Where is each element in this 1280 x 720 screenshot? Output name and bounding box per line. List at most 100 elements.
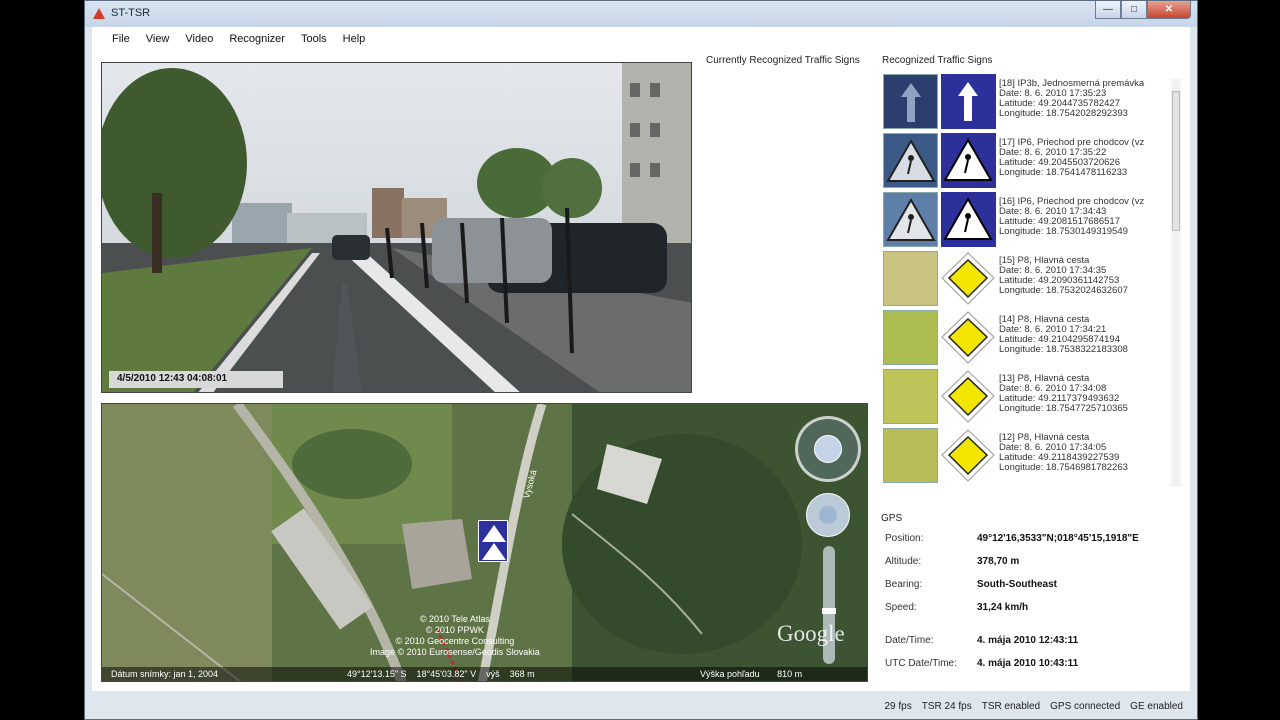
menu-help[interactable]: Help [335,33,374,45]
menu-recognizer[interactable]: Recognizer [221,33,293,45]
recognized-signs-label: Recognized Traffic Signs [882,55,993,66]
status-ge-enabled: GE enabled [1130,700,1183,712]
minimize-icon: — [1103,4,1113,15]
map-sign-marker[interactable] [478,520,508,562]
status-tsr-fps: TSR 24 fps [921,700,972,712]
priority-road-icon [941,370,995,423]
gps-value: 31,24 km/h [977,602,1029,613]
gps-label: Altitude: [885,556,922,567]
priority-road-icon [941,429,995,482]
close-button[interactable]: ✕ [1147,1,1191,19]
pedestrian-crossing-icon [943,137,993,181]
status-bar: 29 fps TSR 24 fps TSR enabled GPS connec… [85,693,1197,719]
look-control[interactable] [795,416,861,482]
sign-template [941,369,996,424]
sign-template [941,192,996,247]
imagery-date: Dátum snímky: jan 1, 2004 [111,669,219,679]
sign-longitude: Longitude: 18.7546981782263 [999,462,1128,473]
gps-altitude-row: Altitude: 378,70 m [885,556,1185,572]
map-copyright: © 2010 Tele Atlas © 2010 PPWK © 2010 Geo… [370,614,540,657]
look-joystick-icon [814,435,842,463]
sign-longitude: Longitude: 18.7541478116233 [999,167,1128,178]
list-item[interactable]: [12] P8, Hlavná cesta Date: 8. 6. 2010 1… [883,428,1171,486]
eye-altitude: Výška pohľadu 810 m [700,669,803,679]
pedestrian-crossing-icon [886,138,936,182]
google-earth-map[interactable]: Vysoká Google © 2010 Tele Atlas © 2010 P… [101,403,868,682]
gps-bearing-row: Bearing: South-Southeast [885,579,1185,595]
gps-utc-row: UTC Date/Time: 4. mája 2010 10:43:11 [885,658,1185,674]
gps-value: 378,70 m [977,556,1020,567]
scroll-thumb[interactable] [1172,91,1180,231]
minimize-button[interactable]: — [1095,1,1121,19]
sign-longitude: Longitude: 18.7530149319549 [999,226,1128,237]
pedestrian-crossing-icon [482,525,506,560]
maximize-icon: □ [1130,4,1138,15]
gps-title: GPS [881,513,903,524]
menu-video[interactable]: Video [177,33,221,45]
signs-scrollbar[interactable] [1171,79,1181,487]
gps-label: UTC Date/Time: [885,658,957,669]
sign-template [941,310,996,365]
gps-position-row: Position: 49°12'16,3533"N;018°45'15,1918… [885,533,1185,549]
gps-value: 4. mája 2010 10:43:11 [977,658,1079,669]
video-timestamp: 4/5/2010 12:43 04:08:01 [109,371,283,388]
google-logo: Google [777,621,845,646]
priority-road-icon [941,252,995,305]
pedestrian-crossing-icon [886,197,936,241]
priority-road-icon [941,311,995,364]
sign-template [941,428,996,483]
status-fps: 29 fps [884,700,912,712]
map-status-bar: Dátum snímky: jan 1, 2004 49°12'13.15" S… [102,667,867,681]
sign-template [941,251,996,306]
gps-datetime-row: Date/Time: 4. mája 2010 12:43:11 [885,635,1185,651]
gps-value: South-Southeast [977,579,1057,590]
sign-longitude: Longitude: 18.7532024632607 [999,285,1128,296]
current-signs-label: Currently Recognized Traffic Signs [706,55,860,66]
menu-view[interactable]: View [138,33,178,45]
client-area: File View Video Recognizer Tools Help 4/… [92,27,1190,691]
gps-label: Date/Time: [885,635,934,646]
road-video-frame [102,63,691,392]
list-item[interactable]: [14] P8, Hlavná cesta Date: 8. 6. 2010 1… [883,310,1171,368]
status-gps-connected: GPS connected [1050,700,1121,712]
move-joystick-icon [819,506,837,524]
sign-photo [883,133,938,188]
menu-bar: File View Video Recognizer Tools Help [92,27,1190,51]
sign-photo [883,310,938,365]
list-item[interactable]: [18] IP3b, Jednosmerná premávka Date: 8.… [883,74,1171,132]
pedestrian-crossing-icon [943,196,993,240]
gps-label: Bearing: [885,579,923,590]
menu-tools[interactable]: Tools [293,33,335,45]
title-bar[interactable]: ST-TSR — □ ✕ [85,1,1197,27]
sign-photo [883,74,938,129]
sign-template [941,133,996,188]
list-item[interactable]: [15] P8, Hlavná cesta Date: 8. 6. 2010 1… [883,251,1171,309]
video-view[interactable]: 4/5/2010 12:43 04:08:01 [101,62,692,393]
window-title: ST-TSR [111,7,151,19]
gps-speed-row: Speed: 31,24 km/h [885,602,1185,618]
sign-template [941,74,996,129]
maximize-button[interactable]: □ [1121,1,1147,19]
list-item[interactable]: [16] IP6, Priechod pre chodcov (vz Date:… [883,192,1171,250]
sign-photo [883,369,938,424]
status-tsr-enabled: TSR enabled [981,700,1041,712]
arrow-up-icon [901,83,921,122]
gps-value: 4. mája 2010 12:43:11 [977,635,1079,646]
menu-file[interactable]: File [104,33,138,45]
app-window: ST-TSR — □ ✕ File View Video Recognizer … [84,0,1198,720]
zoom-slider-thumb[interactable] [822,608,836,614]
sign-photo [883,251,938,306]
move-control[interactable] [806,493,850,537]
sign-longitude: Longitude: 18.7538322183308 [999,344,1128,355]
sign-longitude: Longitude: 18.7547725710365 [999,403,1128,414]
gps-label: Speed: [885,602,917,613]
pointer-coordinates: 49°12'13.15" S 18°45'03.82" V výš 368 m [347,669,535,679]
gps-label: Position: [885,533,924,544]
recognized-signs-list[interactable]: [18] IP3b, Jednosmerná premávka Date: 8.… [881,74,1171,490]
list-item[interactable]: [13] P8, Hlavná cesta Date: 8. 6. 2010 1… [883,369,1171,427]
arrow-up-icon [958,82,978,121]
close-icon: ✕ [1164,4,1174,15]
list-item[interactable]: [17] IP6, Priechod pre chodcov (vz Date:… [883,133,1171,191]
sign-photo [883,428,938,483]
sign-photo [883,192,938,247]
